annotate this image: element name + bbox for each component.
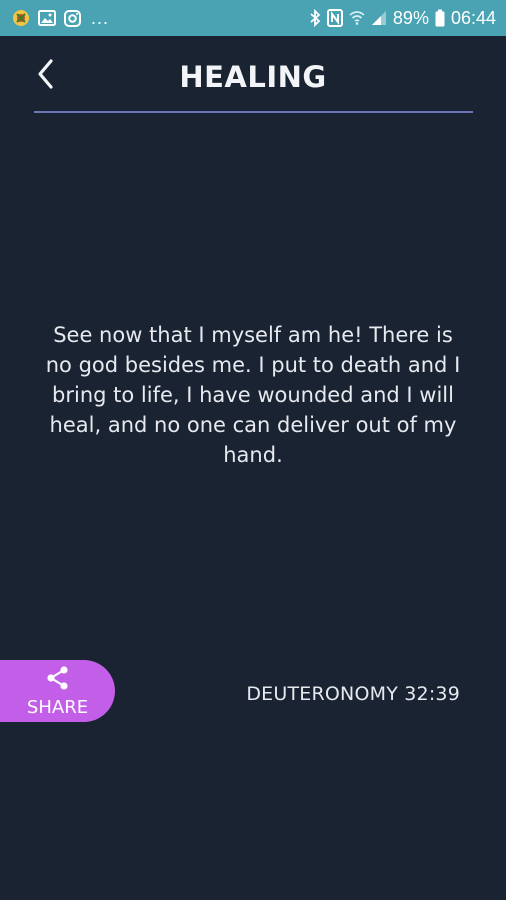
clock: 06:44 [450,7,496,28]
header: HEALING [0,36,506,116]
bluetooth-icon [309,9,321,27]
signal-icon [371,10,387,26]
share-label: SHARE [26,696,89,718]
verse-reference: DEUTERONOMY 32:39 [246,683,460,705]
share-icon [45,665,71,695]
verse-text: See now that I myself am he! There is no… [45,323,461,467]
status-bar: ... 89% 06:44 [0,0,506,36]
wifi-icon [349,10,365,26]
notification-overflow: ... [91,7,110,28]
instagram-icon [64,9,81,27]
image-icon [38,10,56,26]
battery-percentage: 89% [392,7,429,28]
battery-icon [435,9,445,27]
status-notifications: ... [12,8,109,29]
status-system: 89% 06:44 [309,8,496,29]
page-title: HEALING [179,60,327,94]
title-divider [34,111,473,113]
share-button[interactable]: SHARE [0,660,115,722]
app-notification-icon [12,9,30,27]
nfc-icon [326,9,343,27]
